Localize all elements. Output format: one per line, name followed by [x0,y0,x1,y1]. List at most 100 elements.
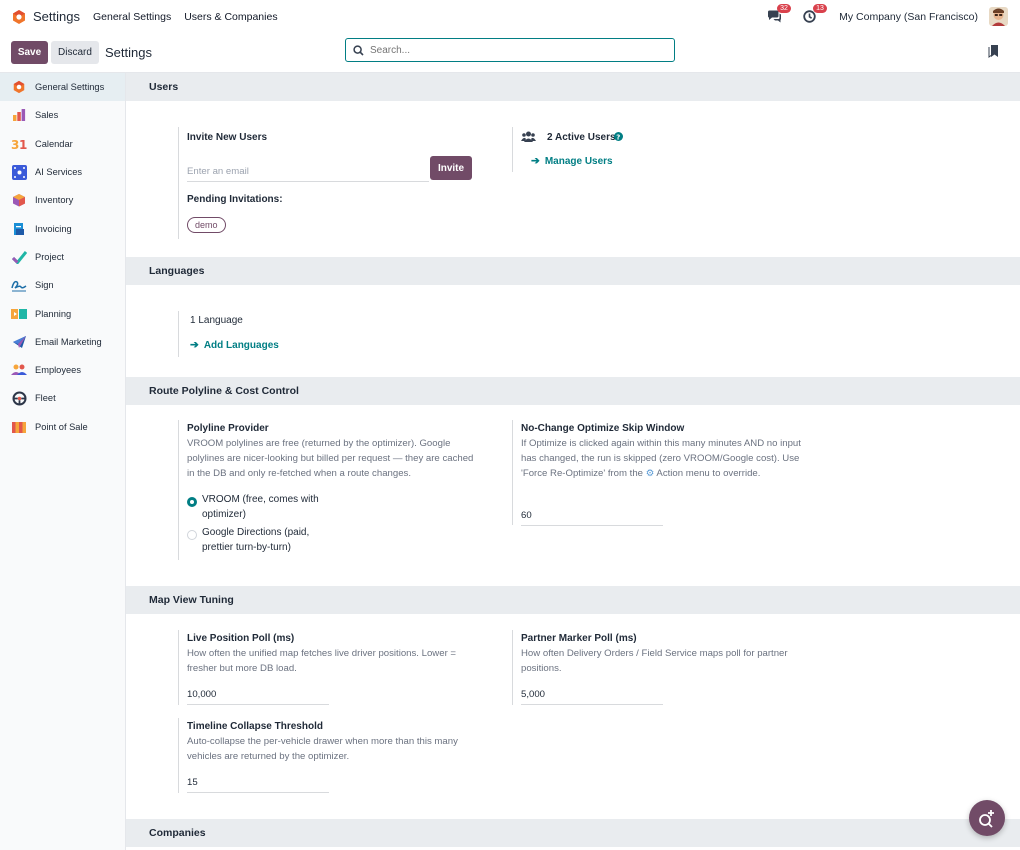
sidebar-item-label: AI Services [35,167,83,178]
languages-setting: 1 Language ➔ Add Languages [178,311,488,357]
sidebar-item-planning[interactable]: Planning [0,299,125,327]
sidebar-item-fleet[interactable]: Fleet [0,384,125,412]
invite-users-label: Invite New Users [187,132,268,143]
ai-assistant-button[interactable] [969,800,1005,836]
manage-users-link[interactable]: ➔ Manage Users [531,155,613,167]
sign-icon [11,277,27,293]
sidebar-item-label: Invoicing [35,223,72,234]
save-button[interactable]: Save [11,41,48,64]
sidebar-item-label: Planning [35,308,72,319]
menu-users-companies[interactable]: Users & Companies [184,11,277,23]
pending-invitations-label: Pending Invitations: [187,194,283,205]
sidebar-item-employees[interactable]: Employees [0,356,125,384]
skip-window-input[interactable]: 60 [521,510,663,526]
skip-window-description: If Optimize is clicked again within this… [521,436,806,481]
timeline-collapse-input[interactable]: 15 [187,777,329,793]
section-companies-header: Companies [126,819,1020,847]
sidebar-item-general-settings[interactable]: General Settings [0,73,125,102]
skip-window-label: No-Change Optimize Skip Window [521,423,685,434]
partner-marker-poll-setting: Partner Marker Poll (ms) How often Deliv… [512,630,812,705]
sidebar-item-point-of-sale[interactable]: Point of Sale [0,413,125,441]
help-icon[interactable]: ? [614,132,623,141]
inventory-icon [11,192,27,208]
point-of-sale-icon [11,419,27,435]
employees-icon [11,362,27,378]
arrow-right-icon: ➔ [190,339,199,351]
timeline-collapse-label: Timeline Collapse Threshold [187,721,323,732]
skip-window-setting: No-Change Optimize Skip Window If Optimi… [512,420,812,526]
live-position-poll-description: How often the unified map fetches live d… [187,648,457,674]
timeline-collapse-description: Auto-collapse the per-vehicle drawer whe… [187,736,458,762]
live-position-poll-label: Live Position Poll (ms) [187,633,295,644]
sidebar-item-label: Calendar [35,138,73,149]
app-name[interactable]: Settings [33,9,80,24]
arrow-right-icon: ➔ [531,155,540,167]
live-position-poll-setting: Live Position Poll (ms) How often the un… [178,630,488,705]
user-avatar[interactable] [989,7,1008,26]
sidebar-item-sales[interactable]: Sales [0,101,125,129]
polyline-provider-label: Polyline Provider [187,423,269,434]
activities-icon[interactable]: 13 [803,3,827,24]
sales-icon [11,107,27,123]
search-box[interactable] [345,38,675,62]
sidebar-item-sign[interactable]: Sign [0,271,125,299]
settings-content: Users Invite New Users Enter an email In… [126,73,1020,850]
sidebar-item-project[interactable]: Project [0,243,125,271]
pending-invitation-tag[interactable]: demo [187,217,226,233]
favorites-icon[interactable] [988,44,1000,58]
section-users-header: Users [126,73,1020,101]
google-directions-radio[interactable] [187,530,197,540]
sidebar-item-invoicing[interactable]: Invoicing [0,214,125,242]
add-languages-label: Add Languages [203,339,279,351]
discard-button[interactable]: Discard [51,41,99,64]
sidebar-item-label: Email Marketing [35,336,102,347]
google-directions-option-label[interactable]: Google Directions (paid, prettier turn-b… [202,525,337,555]
ai-services-icon [11,164,27,180]
skip-window-description-part2: Action menu to override. [654,468,761,479]
language-count: 1 Language [190,315,243,326]
invite-users-setting: Invite New Users Enter an email Invite P… [178,127,488,239]
email-placeholder: Enter an email [187,166,249,177]
invite-email-input[interactable]: Enter an email [187,165,429,182]
add-languages-link[interactable]: ➔ Add Languages [190,339,279,351]
sidebar-item-label: Sign [35,280,54,291]
vroom-option-label[interactable]: VROOM (free, comes with optimizer) [202,492,337,522]
activities-badge: 13 [813,3,827,13]
partner-marker-poll-description: How often Delivery Orders / Field Servic… [521,648,788,674]
section-route-polyline-header: Route Polyline & Cost Control [126,377,1020,405]
sidebar-item-calendar[interactable]: 31 Calendar [0,130,125,158]
settings-app-icon[interactable] [11,9,27,25]
sidebar-item-label: Project [35,251,64,262]
company-switcher[interactable]: My Company (San Francisco) [839,11,978,23]
polyline-provider-setting: Polyline Provider VROOM polylines are fr… [178,420,488,560]
sidebar-item-label: General Settings [35,82,105,93]
partner-marker-poll-label: Partner Marker Poll (ms) [521,633,637,644]
section-languages-header: Languages [126,257,1020,285]
messages-icon[interactable]: 32 [767,3,791,24]
sidebar-item-label: Employees [35,365,81,376]
active-users-count: 2 Active Users [547,132,616,143]
settings-icon [11,79,27,95]
section-map-view-header: Map View Tuning [126,586,1020,614]
timeline-collapse-setting: Timeline Collapse Threshold Auto-collaps… [178,718,488,793]
ai-assistant-icon [979,810,994,828]
svg-text:1: 1 [19,138,27,151]
email-marketing-icon [11,334,27,350]
calendar-icon: 31 [11,136,27,152]
partner-marker-poll-input[interactable]: 5,000 [521,689,663,705]
planning-icon [11,306,27,322]
vroom-radio[interactable] [187,497,197,507]
sidebar-item-label: Fleet [35,393,56,404]
users-group-icon [521,131,536,142]
invite-button[interactable]: Invite [430,156,472,180]
sidebar-item-email-marketing[interactable]: Email Marketing [0,328,125,356]
settings-sidebar: General Settings Sales 31 Calendar AI Se… [0,73,126,850]
project-icon [11,249,27,265]
sidebar-item-inventory[interactable]: Inventory [0,186,125,214]
live-position-poll-input[interactable]: 10,000 [187,689,329,705]
sidebar-item-ai-services[interactable]: AI Services [0,158,125,186]
search-input[interactable] [370,44,660,56]
menu-general-settings[interactable]: General Settings [93,11,171,23]
breadcrumb: Settings [105,45,152,60]
invoicing-icon [11,221,27,237]
